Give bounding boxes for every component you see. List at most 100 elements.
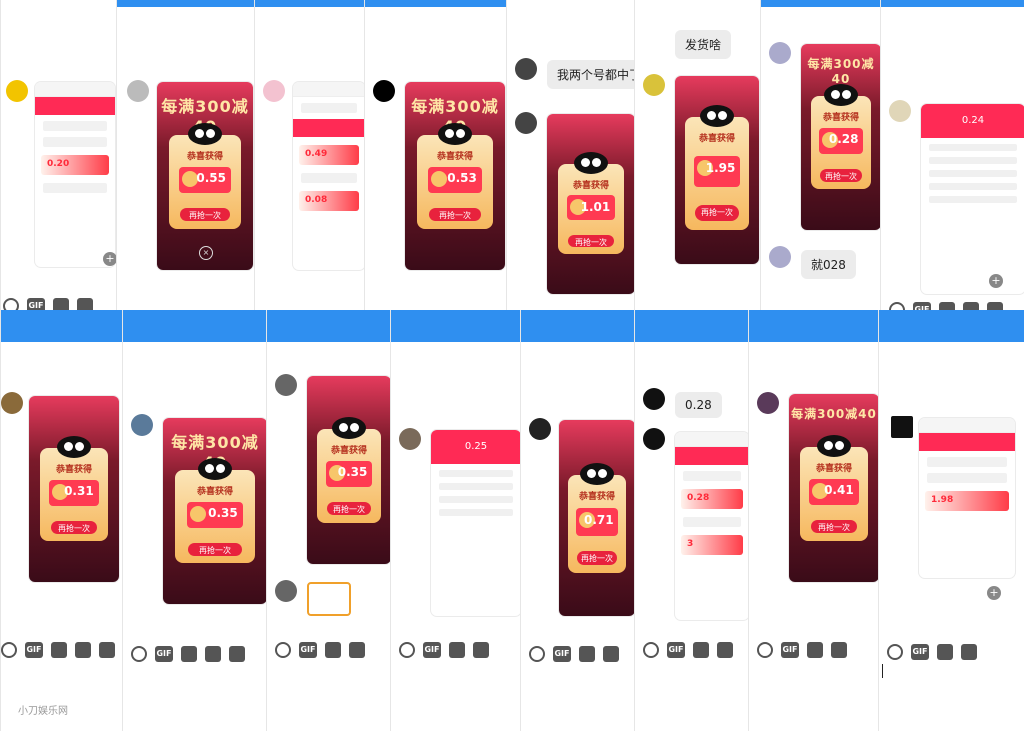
screenshot-red-envelope[interactable]: 恭喜获得 0.31 再抢一次 [29, 396, 119, 582]
sticker-image[interactable] [307, 582, 351, 616]
gif-icon[interactable]: GIF [913, 302, 931, 310]
emoji-icon[interactable] [529, 646, 545, 662]
emoji-icon[interactable] [757, 642, 773, 658]
dialog-title: 恭喜获得 [815, 463, 852, 474]
avatar[interactable] [643, 428, 665, 450]
avatar[interactable] [769, 42, 791, 64]
scissors-icon[interactable] [807, 642, 823, 658]
gif-icon[interactable]: GIF [423, 642, 441, 658]
zoom-icon[interactable]: + [987, 586, 1001, 600]
avatar[interactable] [275, 374, 297, 396]
gif-icon[interactable]: GIF [781, 642, 799, 658]
folder-icon[interactable] [717, 642, 733, 658]
retry-button[interactable]: 再抢一次 [810, 519, 858, 534]
emoji-icon[interactable] [275, 642, 291, 658]
screenshot-coupon-list[interactable]: 0.28 3 [675, 432, 749, 620]
avatar[interactable] [891, 416, 913, 438]
folder-icon[interactable] [963, 302, 979, 310]
dialog-title: 恭喜获得 [186, 151, 223, 162]
share-icon[interactable] [987, 302, 1003, 310]
retry-button[interactable]: 再抢一次 [695, 205, 739, 222]
screenshot-coupon-list[interactable]: 1.98 [919, 418, 1015, 578]
screenshot-red-envelope[interactable]: 每满300减40 恭喜获得 0.28 再抢一次 [801, 44, 881, 230]
avatar[interactable] [399, 428, 421, 450]
folder-icon[interactable] [205, 646, 221, 662]
retry-button[interactable]: 再抢一次 [820, 168, 862, 182]
red-envelope-amount: 0.28 [828, 132, 859, 147]
avatar[interactable] [6, 80, 28, 102]
folder-icon[interactable] [75, 642, 91, 658]
emoji-icon[interactable] [889, 302, 905, 310]
avatar[interactable] [515, 58, 537, 80]
avatar[interactable] [1, 392, 23, 414]
scissors-icon[interactable] [181, 646, 197, 662]
screenshot-red-envelope[interactable]: 恭喜获得 0.35 再抢一次 [307, 376, 391, 564]
screenshot-red-envelope[interactable]: 每满300减40 恭喜获得 0.55 再抢一次 × [157, 82, 253, 270]
gif-icon[interactable]: GIF [667, 642, 685, 658]
screenshot-red-envelope[interactable]: 恭喜获得 0.71 再抢一次 [559, 420, 635, 616]
gif-icon[interactable]: GIF [25, 642, 43, 658]
avatar[interactable] [757, 392, 779, 414]
screenshot-coupon-detail[interactable]: 0.24 [921, 104, 1024, 294]
gif-icon[interactable]: GIF [553, 646, 571, 662]
avatar[interactable] [373, 80, 395, 102]
avatar[interactable] [889, 100, 911, 122]
scissors-icon[interactable] [449, 642, 465, 658]
avatar[interactable] [263, 80, 285, 102]
screenshot-coupon-list[interactable]: 0.20 [35, 82, 115, 267]
image-icon[interactable] [961, 644, 977, 660]
gif-icon[interactable]: GIF [911, 644, 929, 660]
retry-button[interactable]: 再抢一次 [327, 501, 371, 516]
avatar[interactable] [643, 388, 665, 410]
image-icon[interactable] [349, 642, 365, 658]
avatar[interactable] [515, 112, 537, 134]
emoji-icon[interactable] [131, 646, 147, 662]
screenshot-red-envelope[interactable]: 每满300减40 恭喜获得 0.53 再抢一次 [405, 82, 505, 270]
emoji-icon[interactable] [3, 298, 19, 310]
scissors-icon[interactable] [51, 642, 67, 658]
screenshot-red-envelope[interactable]: 每满300减40 恭喜获得 0.41 再抢一次 [789, 394, 879, 582]
screenshot-red-envelope[interactable]: 恭喜获得 1.95 再抢一次 [675, 76, 759, 264]
dialog-title: 恭喜获得 [578, 491, 615, 502]
scissors-icon[interactable] [579, 646, 595, 662]
retry-button[interactable]: 再抢一次 [50, 520, 98, 534]
emoji-icon[interactable] [1, 642, 17, 658]
scissors-icon[interactable] [693, 642, 709, 658]
retry-button[interactable]: 再抢一次 [568, 234, 614, 248]
folder-icon[interactable] [603, 646, 619, 662]
retry-button[interactable]: 再抢一次 [577, 551, 617, 566]
screenshot-red-envelope[interactable]: 恭喜获得 1.01 再抢一次 [547, 114, 635, 294]
zoom-icon[interactable]: + [989, 274, 1003, 288]
emoji-icon[interactable] [399, 642, 415, 658]
avatar[interactable] [127, 80, 149, 102]
scissors-icon[interactable] [939, 302, 955, 310]
chat-panel-10: 每满300减40 恭喜获得 0.35 再抢一次 GIF [122, 310, 267, 731]
music-icon[interactable] [229, 646, 245, 662]
music-icon[interactable] [99, 642, 115, 658]
screenshot-red-envelope[interactable]: 每满300减40 恭喜获得 0.35 再抢一次 [163, 418, 267, 604]
screenshot-coupon-detail[interactable]: 0.25 [431, 430, 521, 616]
folder-icon[interactable] [831, 642, 847, 658]
avatar[interactable] [131, 414, 153, 436]
gif-icon[interactable]: GIF [155, 646, 173, 662]
zoom-icon[interactable]: + [103, 252, 117, 266]
retry-button[interactable]: 再抢一次 [188, 542, 242, 556]
emoji-icon[interactable] [643, 642, 659, 658]
scissors-icon[interactable] [937, 644, 953, 660]
scissors-icon[interactable] [53, 298, 69, 310]
avatar[interactable] [275, 580, 297, 602]
retry-button[interactable]: 再抢一次 [180, 207, 230, 222]
gif-icon[interactable]: GIF [299, 642, 317, 658]
gif-icon[interactable]: GIF [27, 298, 45, 310]
avatar[interactable] [769, 246, 791, 268]
image-icon[interactable] [77, 298, 93, 310]
scissors-icon[interactable] [325, 642, 341, 658]
screenshot-coupon-list[interactable]: 0.49 0.08 [293, 82, 365, 270]
folder-icon[interactable] [473, 642, 489, 658]
close-icon[interactable]: × [199, 246, 213, 260]
retry-button[interactable]: 再抢一次 [429, 207, 481, 222]
chat-panel-9: 恭喜获得 0.31 再抢一次 GIF [0, 310, 123, 731]
avatar[interactable] [529, 418, 551, 440]
emoji-icon[interactable] [887, 644, 903, 660]
avatar[interactable] [643, 74, 665, 96]
